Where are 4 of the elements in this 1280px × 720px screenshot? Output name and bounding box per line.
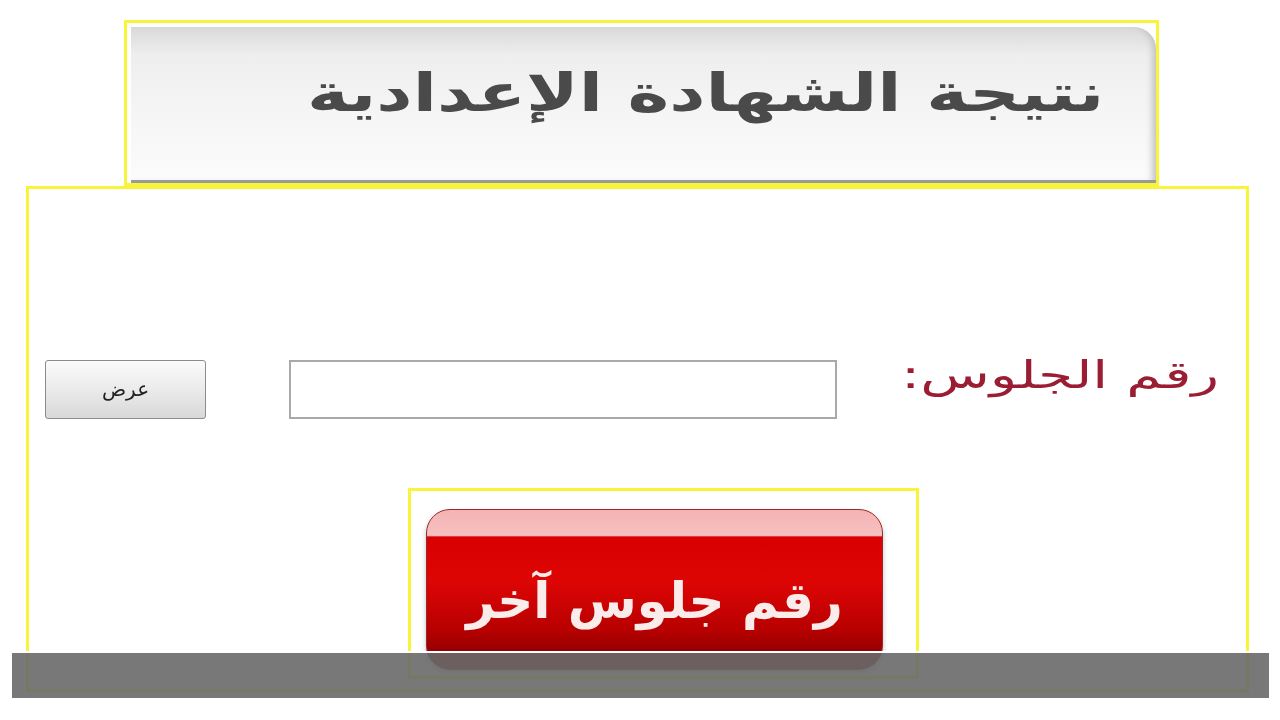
seat-number-label: رقم الجلوس: <box>901 353 1219 397</box>
show-button[interactable]: عرض <box>45 359 206 419</box>
seat-number-field[interactable] <box>289 359 837 419</box>
page-title: نتيجة الشهادة الإعدادية <box>306 62 1104 123</box>
